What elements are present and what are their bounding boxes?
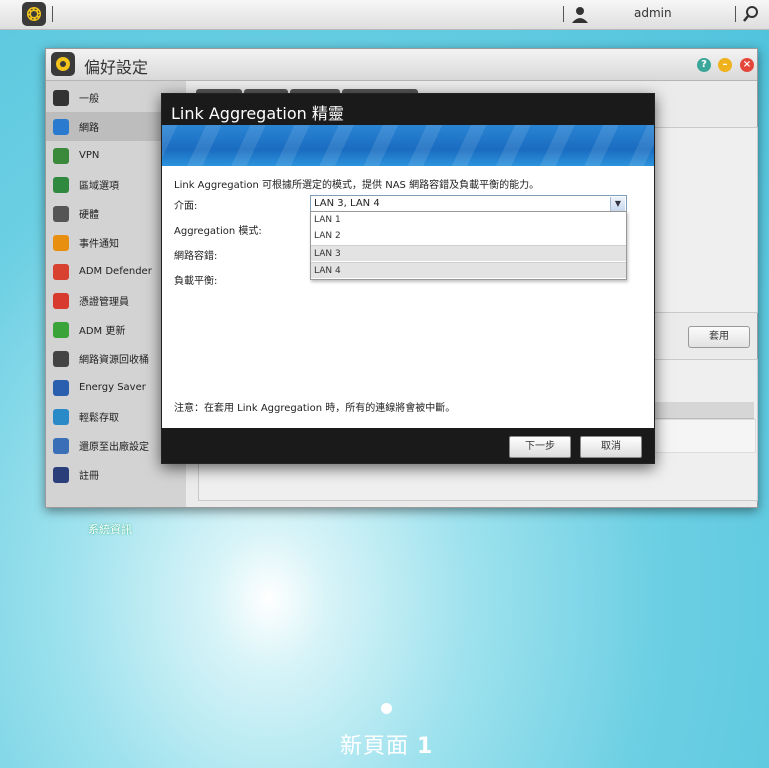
sidebar-item-label: 註冊 <box>79 471 99 482</box>
recycle-bin-icon <box>53 350 69 367</box>
settings-window-icon <box>51 52 75 76</box>
username-label[interactable]: admin <box>634 6 672 20</box>
interface-option-lan2[interactable]: LAN 2 <box>311 228 626 244</box>
chevron-down-icon[interactable]: ▼ <box>610 197 625 211</box>
next-button[interactable]: 下一步 <box>509 436 571 458</box>
desktop-icon-label[interactable]: 系統資訊 <box>88 521 132 537</box>
wizard-footer: 下一步 取消 <box>162 428 654 463</box>
wizard-description: Link Aggregation 可根據所選定的模式，提供 NAS 網路容錯及負… <box>174 180 540 191</box>
alert-icon <box>53 234 69 251</box>
load-balance-label: 負載平衡: <box>174 276 218 287</box>
sidebar-item-label: ADM Defender <box>79 266 152 277</box>
sidebar-item-label: 輕鬆存取 <box>79 413 119 424</box>
settings-app-icon[interactable] <box>22 2 46 26</box>
interface-option-lan4[interactable]: LAN 4 <box>311 262 626 278</box>
sidebar-item-label: 一般 <box>79 94 99 105</box>
vpn-icon <box>53 147 69 164</box>
sidebar-item-label: Energy Saver <box>79 382 146 393</box>
hardware-wrench-icon <box>53 205 69 222</box>
search-icon[interactable] <box>742 5 760 23</box>
sidebar-item-label: 網路 <box>79 123 99 134</box>
close-button[interactable]: × <box>740 58 754 72</box>
aggregation-mode-label: Aggregation 模式: <box>174 226 262 237</box>
apply-button[interactable]: 套用 <box>688 326 750 348</box>
page-indicator-dot[interactable] <box>381 703 392 714</box>
sidebar-item-label: VPN <box>79 150 100 161</box>
top-taskbar: admin <box>0 0 769 30</box>
wizard-title: Link Aggregation 精靈 <box>171 104 344 123</box>
minimize-button[interactable]: – <box>718 58 732 72</box>
cloud-access-icon <box>53 408 69 425</box>
gear-icon <box>56 57 70 71</box>
wizard-note: 注意：在套用 Link Aggregation 時，所有的連線將會被中斷。 <box>174 403 456 414</box>
update-arrow-icon <box>53 321 69 338</box>
wizard-titlebar[interactable]: Link Aggregation 精靈 <box>162 94 654 125</box>
sidebar-item-label: 硬體 <box>79 210 99 221</box>
window-titlebar[interactable]: 偏好設定 ? – × <box>46 49 757 81</box>
fault-tolerance-label: 網路容錯: <box>174 251 218 262</box>
firewall-icon <box>53 263 69 280</box>
table-header <box>654 402 754 419</box>
divider <box>52 6 53 22</box>
interface-label: 介面: <box>174 201 198 212</box>
network-globe-icon <box>53 118 69 135</box>
interface-select-value: LAN 3, LAN 4 <box>314 198 380 209</box>
wizard-banner <box>162 125 654 166</box>
sidebar-item-label: 網路資源回收桶 <box>79 355 149 366</box>
divider <box>735 6 736 22</box>
interface-option-lan1[interactable]: LAN 1 <box>311 212 626 228</box>
sidebar-item[interactable]: 註冊 <box>46 460 186 489</box>
sidebar-item-label: 區域選項 <box>79 181 119 192</box>
table-row[interactable] <box>654 419 756 453</box>
sidebar-item-label: 還原至出廠設定 <box>79 442 149 453</box>
desktop-page-name: 新頁面 1 <box>340 734 434 759</box>
sidebar-item-label: 憑證管理員 <box>79 297 129 308</box>
region-globe-icon <box>53 176 69 193</box>
gear-icon <box>27 7 41 21</box>
register-icon <box>53 466 69 483</box>
user-icon[interactable] <box>571 5 589 23</box>
divider <box>563 6 564 22</box>
certificate-icon <box>53 292 69 309</box>
interface-option-lan3[interactable]: LAN 3 <box>311 245 626 261</box>
help-button[interactable]: ? <box>697 58 711 72</box>
sidebar-item-label: 事件通知 <box>79 239 119 250</box>
restore-icon <box>53 437 69 454</box>
sidebar-item-label: ADM 更新 <box>79 326 126 337</box>
interface-dropdown: LAN 1 LAN 2 LAN 3 LAN 4 <box>310 211 627 280</box>
window-title: 偏好設定 <box>84 58 149 77</box>
energy-icon <box>53 379 69 396</box>
general-icon <box>53 89 69 106</box>
cancel-button[interactable]: 取消 <box>580 436 642 458</box>
link-aggregation-wizard: Link Aggregation 精靈 Link Aggregation 可根據… <box>161 93 655 464</box>
